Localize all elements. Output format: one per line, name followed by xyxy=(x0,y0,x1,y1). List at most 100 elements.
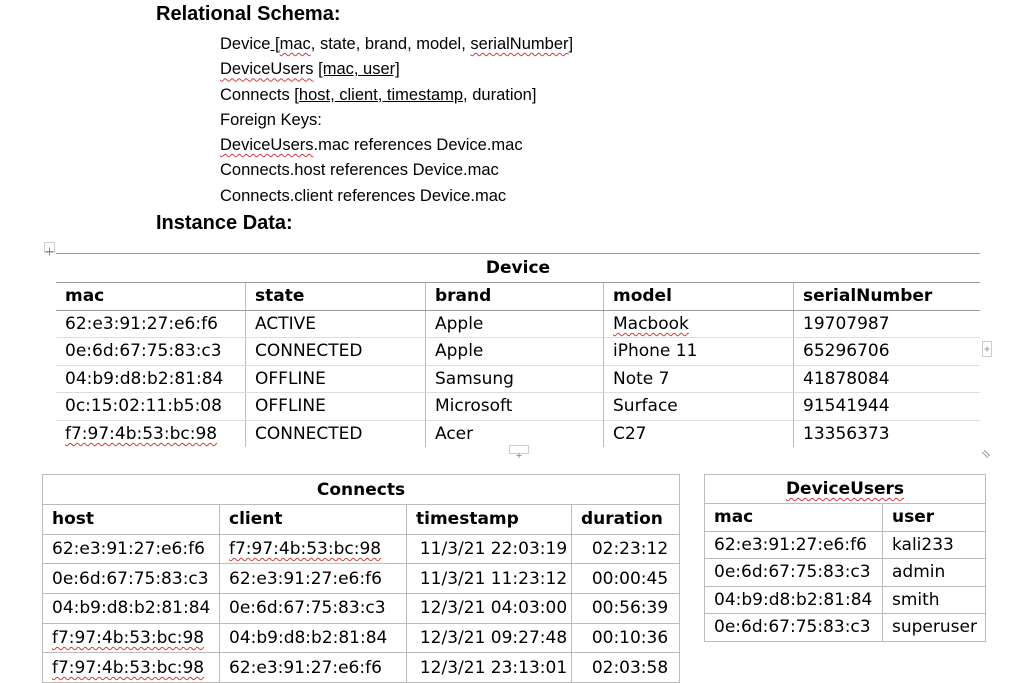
instance-heading: Instance Data: xyxy=(156,212,293,234)
table-cell: 0e:6d:67:75:83:c3 xyxy=(56,337,246,366)
table-cell: Samsung xyxy=(425,365,604,393)
table-row: f7:97:4b:53:bc:98 CONNECTED Acer C27 1335637… xyxy=(56,420,980,447)
table-cell: 19707987 xyxy=(793,310,980,338)
cell-text: 41878084 xyxy=(803,368,890,389)
cell-text: 62:e3:91:27:e6:f6 xyxy=(229,568,382,589)
table-cell: 12/3/21 09:27:48 xyxy=(406,622,572,654)
cell-text: smith xyxy=(892,589,940,610)
table-cell: 62:e3:91:27:e6:f6 xyxy=(42,533,220,565)
table-row: 62:e3:91:27:e6:f6 ACTIVE Apple Macbook 19707… xyxy=(56,310,980,338)
column-header: client xyxy=(219,504,407,535)
schema-connects: Connects [host, client, timestamp, durat… xyxy=(220,85,537,104)
table-cell: CONNECTED xyxy=(245,337,426,366)
table-cell: OFFLINE xyxy=(245,392,426,421)
cell-text: kali233 xyxy=(892,534,954,555)
cell-text: 00:56:39 xyxy=(591,598,669,619)
table-cell: Macbook xyxy=(603,310,794,338)
cell-text: f7:97:4b:53:bc:98 xyxy=(65,423,218,444)
cell-text: 12/3/21 04:03:00 xyxy=(419,598,568,619)
schema-fk-3: Connects.client references Device.mac xyxy=(220,186,507,205)
schema-fk-1: DeviceUsers.mac references Device.mac xyxy=(220,136,523,155)
table-cell: admin xyxy=(882,558,986,587)
schema-heading: Relational Schema: xyxy=(156,3,341,25)
cell-text: 62:e3:91:27:e6:f6 xyxy=(65,313,218,334)
table-cell: 04:b9:d8:b2:81:84 xyxy=(56,365,246,393)
cell-text: 91541944 xyxy=(803,396,890,417)
table-cell: 00:56:39 xyxy=(571,593,680,624)
table-cell: 04:b9:d8:b2:81:84 xyxy=(704,585,883,614)
table-row: 62:e3:91:27:e6:f6 f7:97:4b:53:bc:98 11/3/2… xyxy=(42,533,680,565)
table-cell: ACTIVE xyxy=(245,310,426,338)
cell-text: 65296706 xyxy=(803,341,890,362)
column-header: state xyxy=(245,282,426,311)
column-header: host xyxy=(42,504,220,535)
column-header: mac xyxy=(56,282,246,311)
cell-text: superuser xyxy=(892,617,977,638)
cell-text: 62:e3:91:27:e6:f6 xyxy=(229,657,382,678)
table-row: 0c:15:02:11:b5:08 OFFLINE Microsoft Surface… xyxy=(56,392,980,421)
cell-text: Surface xyxy=(613,396,678,417)
table-row: 04:b9:d8:b2:81:84 OFFLINE Samsung Note 7 418… xyxy=(56,365,980,393)
cell-text: OFFLINE xyxy=(255,368,326,389)
table-cell: 04:b9:d8:b2:81:84 xyxy=(42,593,220,624)
cell-text: 0e:6d:67:75:83:c3 xyxy=(229,598,386,619)
cell-text: 00:10:36 xyxy=(591,628,669,649)
cell-text: admin xyxy=(892,562,946,583)
cell-text: 0c:15:02:11:b5:08 xyxy=(65,396,222,417)
cell-text: 11/3/21 22:03:19 xyxy=(419,539,568,560)
schema-device: Device [mac, state, brand, model, serial… xyxy=(220,35,574,53)
cell-text: 12/3/21 23:13:01 xyxy=(419,657,568,678)
table-cell: Apple xyxy=(425,310,604,338)
table-cell: C27 xyxy=(603,420,794,447)
table-cell: 11/3/21 11:23:12 xyxy=(406,563,572,595)
table-cell: f7:97:4b:53:bc:98 xyxy=(42,622,220,654)
table-cell: 62:e3:91:27:e6:f6 xyxy=(56,310,246,338)
cell-text: 04:b9:d8:b2:81:84 xyxy=(65,368,224,389)
cell-text: CONNECTED xyxy=(255,423,363,444)
cell-text: 12/3/21 09:27:48 xyxy=(419,628,568,649)
cell-text: 13356373 xyxy=(803,423,890,444)
table-cell: 12/3/21 04:03:00 xyxy=(406,593,572,624)
add-column-icon[interactable] xyxy=(982,341,992,357)
resize-handle-icon[interactable] xyxy=(981,445,991,459)
connects-table-title: Connects xyxy=(42,474,680,505)
cell-text: Macbook xyxy=(613,313,689,334)
table-cell: superuser xyxy=(882,613,986,642)
table-cell: 02:03:58 xyxy=(571,652,680,683)
table-cell: Note 7 xyxy=(603,365,794,393)
resize-handle-icon-glyph xyxy=(981,449,991,459)
table-cell: f7:97:4b:53:bc:98 xyxy=(219,533,407,565)
cell-text: 62:e3:91:27:e6:f6 xyxy=(714,534,867,555)
device-users-table-title: DeviceUsers xyxy=(704,474,986,504)
table-row: 0e:6d:67:75:83:c3 62:e3:91:27:e6:f6 11/3/2… xyxy=(42,563,680,595)
cell-text: OFFLINE xyxy=(255,396,326,417)
column-header: mac xyxy=(704,503,883,532)
column-header: user xyxy=(882,503,986,532)
table-cell: 0e:6d:67:75:83:c3 xyxy=(42,563,220,595)
cell-text: 11/3/21 11:23:12 xyxy=(419,568,568,589)
cell-text: 04:b9:d8:b2:81:84 xyxy=(714,589,873,610)
schema-device-users: DeviceUsers [mac, user] xyxy=(220,60,400,79)
schema-list: Device [mac, state, brand, model, serial… xyxy=(220,32,573,209)
table-cell: 13356373 xyxy=(793,420,980,447)
table-row: f7:97:4b:53:bc:98 04:b9:d8:b2:81:84 12/3/2… xyxy=(42,622,680,654)
table-cell: 04:b9:d8:b2:81:84 xyxy=(219,622,407,654)
add-row-icon[interactable] xyxy=(509,445,529,458)
move-handle-icon[interactable] xyxy=(44,242,55,256)
table-cell: Surface xyxy=(603,392,794,421)
table-cell: 65296706 xyxy=(793,337,980,366)
cell-text: 19707987 xyxy=(803,313,890,334)
table-cell: 41878084 xyxy=(793,365,980,393)
cell-text: iPhone 11 xyxy=(613,341,698,362)
column-header: timestamp xyxy=(406,504,572,535)
connects-table: Connects host client timestamp duration … xyxy=(42,474,680,683)
cell-text: Acer xyxy=(435,423,474,444)
cell-text: f7:97:4b:53:bc:98 xyxy=(52,657,205,678)
device-table-title: Device xyxy=(56,253,980,283)
cell-text: 04:b9:d8:b2:81:84 xyxy=(229,628,388,649)
device-table: Device mac state brand model serialNumbe… xyxy=(56,253,980,447)
cell-text: 04:b9:d8:b2:81:84 xyxy=(52,598,211,619)
table-cell: 62:e3:91:27:e6:f6 xyxy=(704,530,883,559)
table-row: 04:b9:d8:b2:81:84 0e:6d:67:75:83:c3 12/3/2… xyxy=(42,593,680,624)
cell-text: f7:97:4b:53:bc:98 xyxy=(52,628,205,649)
